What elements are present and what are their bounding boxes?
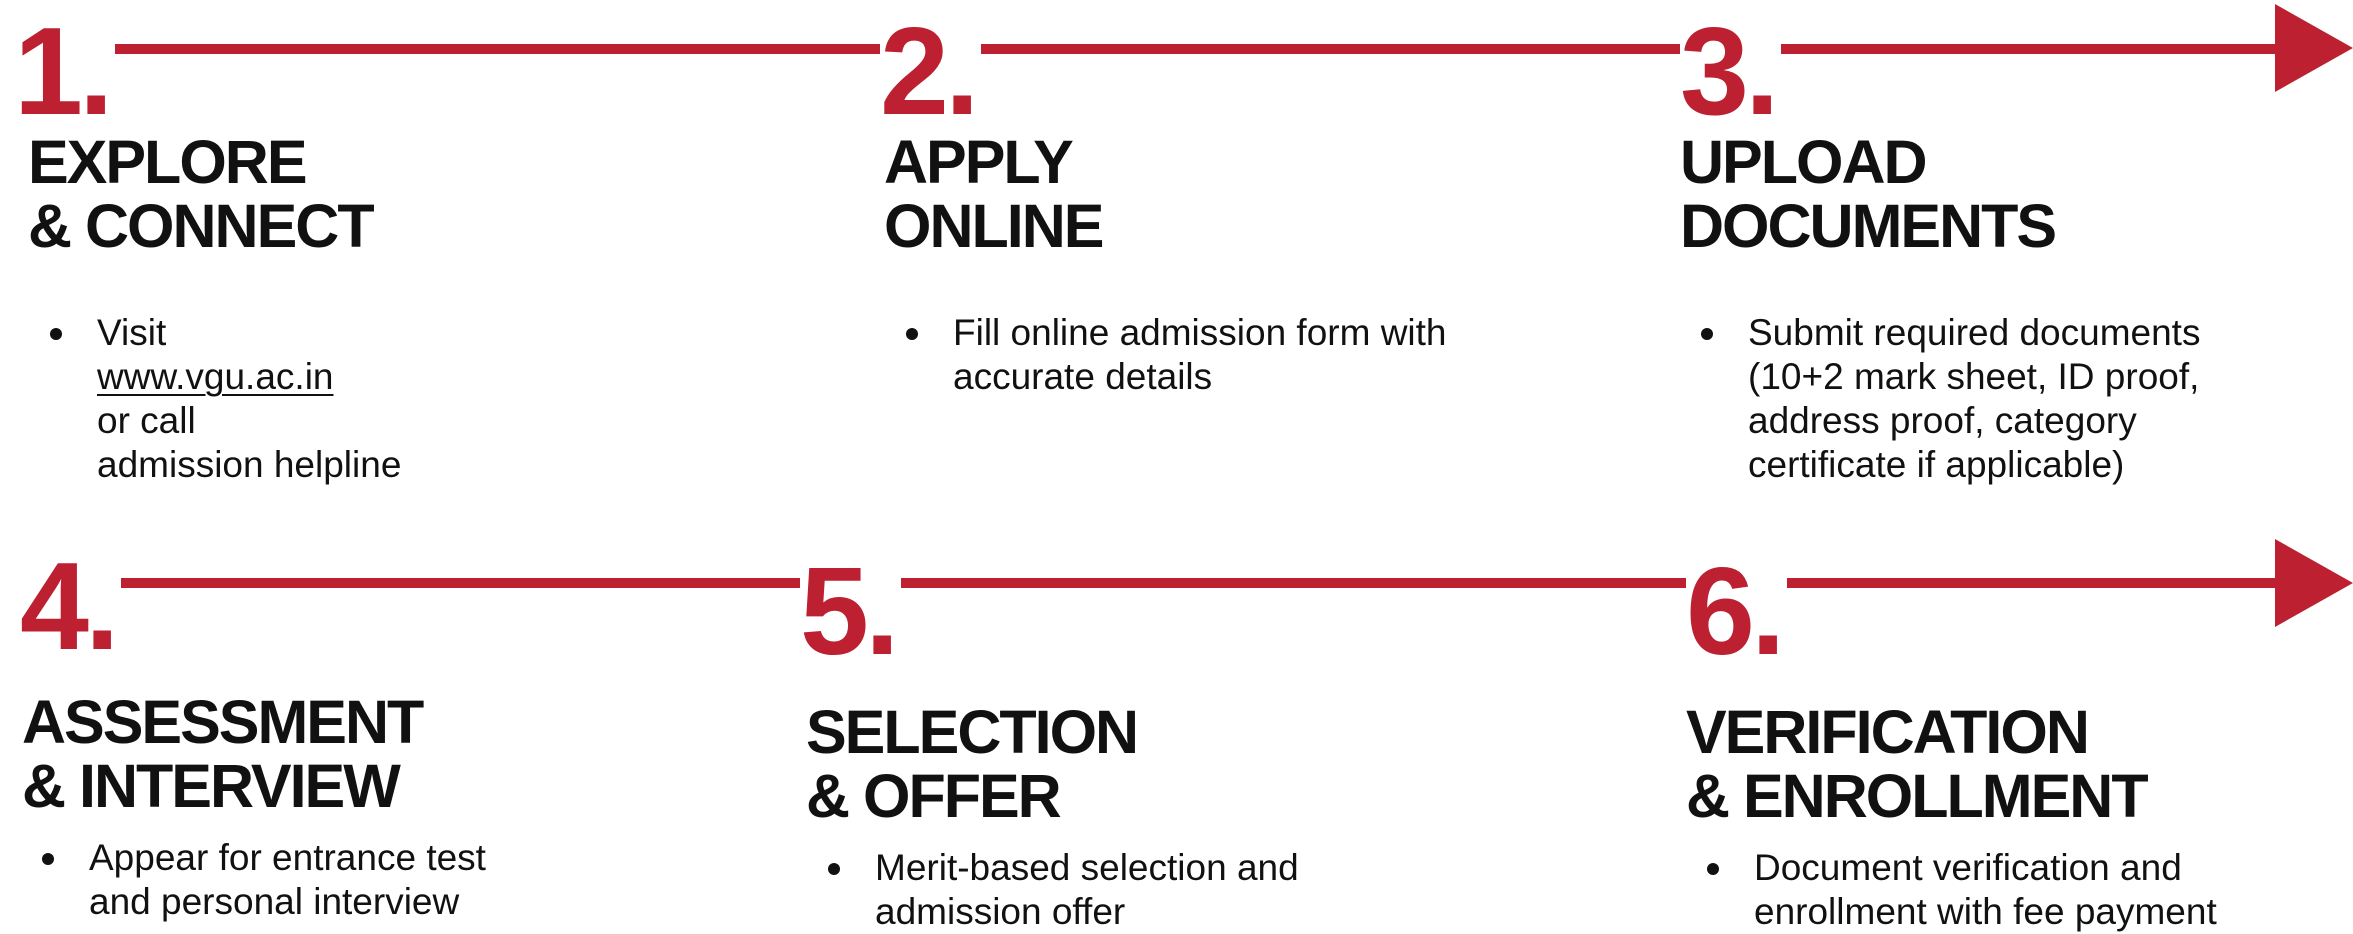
step-5-bullets: Merit-based selection and admission offe… bbox=[808, 846, 1428, 934]
step-1-bullet-line-1: Visit www.vgu.ac.in or call bbox=[97, 311, 630, 443]
step-4-bullets: Appear for entrance test and personal in… bbox=[22, 836, 622, 924]
step-3-title-line-1: UPLOAD bbox=[1680, 128, 1928, 196]
step-2-bullets: Fill online admission form with accurate… bbox=[886, 311, 1526, 399]
step-4-bullet-line-2: and personal interview bbox=[89, 881, 460, 922]
step-3-bullet-line-2: (10+2 mark sheet, ID proof, bbox=[1748, 356, 2200, 397]
step-6-bullet-line-1: Document verification and bbox=[1754, 847, 2182, 888]
step-4-bullet-line-1: Appear for entrance test bbox=[89, 837, 486, 878]
step-1-title: EXPLORE & CONNECT bbox=[28, 128, 375, 260]
step-5-bullet-line-1: Merit-based selection and bbox=[875, 847, 1299, 888]
step-3-title-line-2: DOCUMENTS bbox=[1680, 192, 2057, 260]
step-1-title-line-2: & CONNECT bbox=[28, 192, 375, 260]
arrowhead-icon-row-2 bbox=[2275, 539, 2353, 627]
step-6-title-line-2: & ENROLLMENT bbox=[1686, 762, 2149, 830]
list-item: Fill online admission form with accurate… bbox=[886, 311, 1526, 399]
step-3-bullets: Submit required documents (10+2 mark she… bbox=[1681, 311, 2321, 487]
timeline-arrow-row-1 bbox=[40, 44, 2280, 54]
timeline-arrow-row-2 bbox=[40, 578, 2280, 588]
step-5-title-line-1: SELECTION bbox=[806, 698, 1139, 766]
step-5-number: 5. bbox=[800, 550, 902, 674]
step-2-title-line-2: ONLINE bbox=[884, 192, 1104, 260]
step-6-bullet-line-2: enrollment with fee payment bbox=[1754, 891, 2217, 932]
step-3-bullet-line-3: address proof, category bbox=[1748, 400, 2137, 441]
step-6-bullets: Document verification and enrollment wit… bbox=[1687, 846, 2337, 934]
step-5-title-line-2: & OFFER bbox=[806, 762, 1062, 830]
list-item: Appear for entrance test and personal in… bbox=[22, 836, 622, 924]
website-link[interactable]: www.vgu.ac.in bbox=[97, 355, 630, 399]
step-6-number: 6. bbox=[1686, 550, 1788, 674]
arrowhead-icon-row-1 bbox=[2275, 4, 2353, 92]
list-item: Merit-based selection and admission offe… bbox=[808, 846, 1428, 934]
step-4-number: 4. bbox=[20, 545, 122, 669]
step-2-number: 2. bbox=[880, 10, 982, 134]
step-3-bullet-line-4: certificate if applicable) bbox=[1748, 444, 2125, 485]
step-6-title-line-1: VERIFICATION bbox=[1686, 698, 2090, 766]
step-2-bullet-line-2: accurate details bbox=[953, 356, 1213, 397]
step-2-title-line-1: APPLY bbox=[884, 128, 1074, 196]
step-3-number: 3. bbox=[1680, 10, 1782, 134]
list-item: Submit required documents (10+2 mark she… bbox=[1681, 311, 2321, 487]
step-2-title: APPLY ONLINE bbox=[884, 128, 1104, 260]
step-4-title: ASSESSMENT & INTERVIEW bbox=[22, 688, 424, 820]
step-5-title: SELECTION & OFFER bbox=[806, 698, 1139, 830]
list-item: Visit www.vgu.ac.in or call admission he… bbox=[30, 311, 630, 487]
step-3-title: UPLOAD DOCUMENTS bbox=[1680, 128, 2057, 260]
step-5-bullet-line-2: admission offer bbox=[875, 891, 1126, 932]
step-1-bullet-suffix: or call bbox=[97, 400, 196, 441]
step-4-title-line-2: & INTERVIEW bbox=[22, 752, 401, 820]
step-3-bullet-line-1: Submit required documents bbox=[1748, 312, 2201, 353]
step-1-bullets: Visit www.vgu.ac.in or call admission he… bbox=[30, 311, 630, 487]
step-1-title-line-1: EXPLORE bbox=[28, 128, 308, 196]
step-6-title: VERIFICATION & ENROLLMENT bbox=[1686, 698, 2149, 830]
step-1-bullet-line-2: admission helpline bbox=[97, 444, 402, 485]
list-item: Document verification and enrollment wit… bbox=[1687, 846, 2337, 934]
step-1-bullet-prefix: Visit bbox=[97, 312, 167, 353]
step-4-title-line-1: ASSESSMENT bbox=[22, 688, 424, 756]
step-2-bullet-line-1: Fill online admission form with bbox=[953, 312, 1447, 353]
step-1-number: 1. bbox=[14, 10, 116, 134]
